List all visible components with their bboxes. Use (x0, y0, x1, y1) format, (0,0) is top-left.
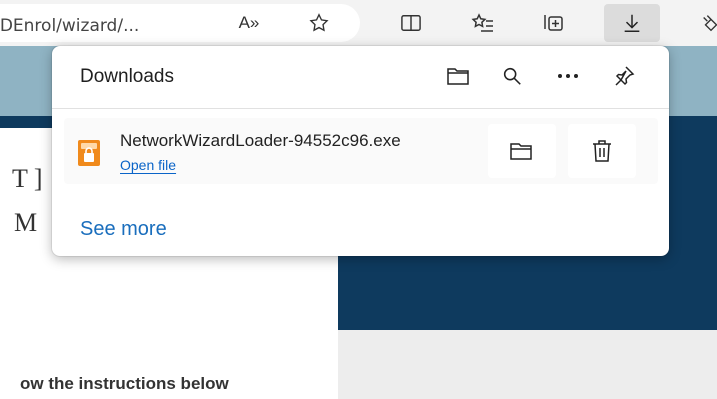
favorite-star-icon[interactable] (306, 11, 332, 35)
panel-divider (52, 108, 669, 109)
page-heading-line-2: M (14, 208, 38, 237)
show-in-folder-button[interactable] (488, 124, 556, 178)
pin-icon[interactable] (610, 62, 638, 90)
see-more-link[interactable]: See more (80, 218, 167, 241)
read-aloud-icon[interactable]: A» (236, 11, 262, 35)
download-file-name: NetworkWizardLoader-94552c96.exe (120, 131, 401, 150)
page-instructions-text: ow the instructions below (20, 374, 229, 393)
page-heading-line-1: T ] (12, 164, 43, 193)
open-folder-icon[interactable] (444, 62, 472, 90)
extensions-icon[interactable] (698, 11, 717, 35)
favorites-list-icon[interactable] (470, 11, 496, 35)
split-screen-icon[interactable] (398, 11, 424, 35)
add-collection-icon[interactable] (540, 11, 566, 35)
download-item[interactable]: NetworkWizardLoader-94552c96.exe Open fi… (64, 118, 658, 184)
trash-icon (593, 140, 611, 162)
open-file-link[interactable]: Open file (120, 157, 176, 173)
delete-download-button[interactable] (568, 124, 636, 178)
downloads-panel: Downloads NetworkWizardLoader-94552c96.e… (52, 46, 669, 256)
browser-toolbar: 5JDEnrol/wizard/... A» (0, 0, 717, 46)
read-aloud-label: A» (238, 13, 260, 32)
downloads-title: Downloads (80, 66, 174, 87)
exe-file-icon (78, 140, 100, 166)
folder-icon (510, 143, 532, 160)
search-icon[interactable] (498, 62, 526, 90)
address-text: 5JDEnrol/wizard/... (0, 16, 140, 36)
more-options-icon[interactable] (554, 62, 582, 90)
page-grey-panel (338, 330, 717, 399)
download-icon[interactable] (619, 11, 645, 35)
